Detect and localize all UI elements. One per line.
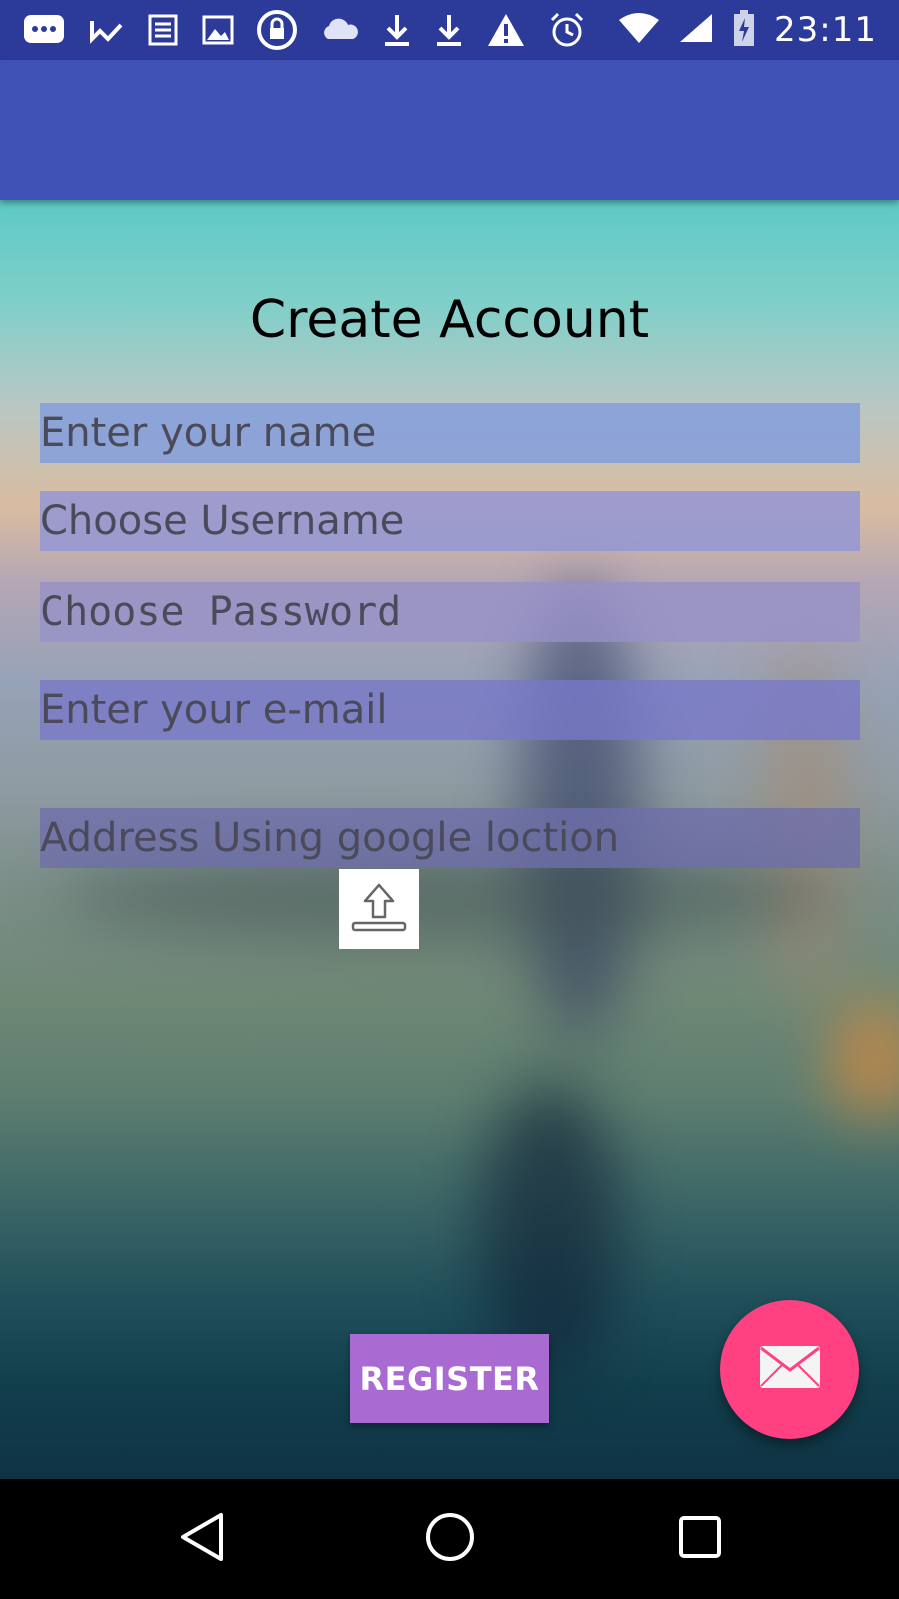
upload-button[interactable]: [339, 869, 419, 949]
warning-icon: [486, 12, 526, 48]
navigation-bar: [0, 1479, 899, 1599]
clock: 23:11: [774, 10, 877, 50]
status-bar: 23:11: [0, 0, 899, 60]
recents-button[interactable]: [670, 1509, 730, 1569]
chat-icon: [22, 13, 66, 47]
news-icon: [146, 13, 180, 47]
home-button[interactable]: [420, 1509, 480, 1569]
page-title: Create Account: [249, 290, 650, 350]
address-input[interactable]: [40, 808, 860, 868]
cloud-icon: [320, 17, 360, 43]
mail-icon: [758, 1344, 822, 1395]
email-fab[interactable]: [720, 1300, 859, 1439]
name-input[interactable]: [40, 403, 860, 463]
image-icon: [202, 15, 234, 45]
check-icon: [88, 15, 124, 45]
battery-charging-icon: [732, 9, 756, 52]
email-input[interactable]: [40, 680, 860, 740]
back-button[interactable]: [172, 1509, 232, 1569]
upload-icon: [347, 879, 411, 940]
notification-icons: [22, 9, 618, 51]
lock-icon: [256, 9, 298, 51]
wifi-icon: [618, 12, 660, 49]
content-area: Create Account REGISTER: [0, 200, 899, 1479]
download-icon: [434, 12, 464, 48]
app-bar: [0, 60, 899, 200]
download-icon: [382, 12, 412, 48]
register-button[interactable]: REGISTER: [350, 1334, 549, 1423]
password-input[interactable]: [40, 582, 860, 642]
username-input[interactable]: [40, 491, 860, 551]
system-icons: 23:11: [618, 9, 877, 52]
home-icon: [424, 1511, 476, 1568]
back-icon: [177, 1511, 227, 1568]
recents-icon: [677, 1514, 723, 1565]
alarm-icon: [548, 11, 586, 49]
signal-icon: [678, 12, 714, 49]
background-blur: [830, 1000, 899, 1120]
